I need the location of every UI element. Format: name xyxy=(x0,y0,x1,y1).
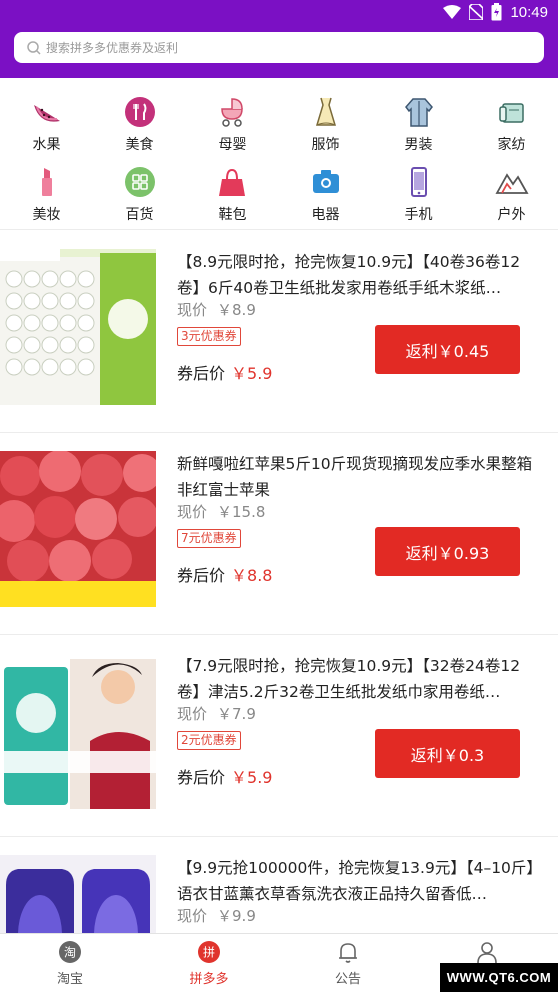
product-image[interactable] xyxy=(0,451,156,607)
product-card[interactable]: 【9.9元抢100000件，抢完恢复13.9元】【4–10斤】语衣甘蓝薰衣草香氛… xyxy=(0,837,558,933)
price-value: ￥8.9 xyxy=(217,301,256,319)
category-label: 百货 xyxy=(125,207,154,223)
mountain-icon xyxy=(494,173,529,194)
price-label: 现价 xyxy=(177,503,208,521)
final-price: 券后价 ￥5.9 xyxy=(177,360,272,384)
tab-label: 淘宝 xyxy=(56,972,83,987)
category-phones[interactable]: 手机 xyxy=(372,165,465,225)
pinduoduo-icon: 拼 xyxy=(198,941,220,963)
rebate-button[interactable]: 返利￥0.45 xyxy=(375,325,520,374)
product-title[interactable]: 【7.9元限时抢，抢完恢复10.9元】【32卷24卷12卷】津洁5.2斤32卷卫… xyxy=(177,653,539,705)
search-icon xyxy=(27,40,41,55)
dress-icon xyxy=(315,97,336,126)
product-price: 现价 ￥15.8 xyxy=(177,501,265,522)
price-label: 现价 xyxy=(177,301,208,319)
final-price-value: ￥8.8 xyxy=(231,566,273,585)
category-label: 鞋包 xyxy=(218,207,247,223)
category-shoes-bags[interactable]: 鞋包 xyxy=(186,165,279,225)
category-label: 手机 xyxy=(404,207,433,223)
tab-pinduoduo[interactable]: 拼 拼多多 xyxy=(154,940,264,987)
category-label: 服饰 xyxy=(311,137,340,153)
product-price: 现价 ￥8.9 xyxy=(177,299,256,320)
category-label: 美食 xyxy=(125,137,154,153)
price-value: ￥7.9 xyxy=(217,705,256,723)
status-clock: 10:49 xyxy=(510,3,548,21)
tab-label: 公告 xyxy=(334,972,361,987)
category-menswear[interactable]: 男装 xyxy=(372,95,465,155)
category-label: 户外 xyxy=(497,207,526,223)
coupon-badge: 3元优惠券 xyxy=(177,327,241,346)
product-title[interactable]: 【8.9元限时抢，抢完恢复10.9元】【40卷36卷12卷】6斤40卷卫生纸批发… xyxy=(177,249,539,301)
product-card[interactable]: 新鲜嘎啦红苹果5斤10斤现货现摘现发应季水果整箱非红富士苹果 现价 ￥15.8 7… xyxy=(0,433,558,635)
tab-announcements[interactable]: 公告 xyxy=(293,940,403,987)
final-price-value: ￥5.9 xyxy=(231,768,273,787)
category-appliances[interactable]: 电器 xyxy=(279,165,372,225)
towel-icon xyxy=(498,103,524,123)
product-price: 现价 ￥9.9 xyxy=(177,905,256,926)
search-bar[interactable]: 搜索拼多多优惠券及返利 xyxy=(14,32,544,63)
category-label: 母婴 xyxy=(218,137,247,153)
category-label: 家纺 xyxy=(497,137,526,153)
svg-text:淘: 淘 xyxy=(64,946,76,960)
final-price: 券后价 ￥8.8 xyxy=(177,562,272,586)
battery-icon xyxy=(491,3,502,21)
coupon-badge: 2元优惠券 xyxy=(177,731,241,750)
shoe-bag-icon xyxy=(218,168,245,196)
tab-taobao[interactable]: 淘 淘宝 xyxy=(15,940,125,987)
price-value: ￥15.8 xyxy=(217,503,266,521)
rebate-button[interactable]: 返利￥0.3 xyxy=(375,729,520,778)
stroller-icon xyxy=(220,98,243,127)
category-fruit[interactable]: 水果 xyxy=(0,95,93,155)
final-price: 券后价 ￥5.9 xyxy=(177,764,272,788)
cutlery-icon xyxy=(124,97,155,127)
phone-icon xyxy=(410,167,427,197)
category-baby[interactable]: 母婴 xyxy=(186,95,279,155)
final-price-label: 券后价 xyxy=(177,364,226,383)
bell-icon xyxy=(339,943,357,963)
lipstick-icon xyxy=(41,168,52,196)
product-card[interactable]: 【8.9元限时抢，抢完恢复10.9元】【40卷36卷12卷】6斤40卷卫生纸批发… xyxy=(0,231,558,433)
product-image[interactable] xyxy=(0,855,156,933)
app-header: 10:49 搜索拼多多优惠券及返利 xyxy=(0,0,558,78)
final-price-value: ￥5.9 xyxy=(231,364,273,383)
price-label: 现价 xyxy=(177,907,208,925)
tab-label: 拼多多 xyxy=(189,972,229,987)
category-textile[interactable]: 家纺 xyxy=(465,95,558,155)
status-bar: 10:49 xyxy=(0,0,558,24)
camera-icon xyxy=(312,170,339,193)
jacket-icon xyxy=(404,98,433,127)
category-goods[interactable]: 百货 xyxy=(93,165,186,225)
final-price-label: 券后价 xyxy=(177,566,226,585)
product-title[interactable]: 新鲜嘎啦红苹果5斤10斤现货现摘现发应季水果整箱非红富士苹果 xyxy=(177,451,539,503)
category-outdoor[interactable]: 户外 xyxy=(465,165,558,225)
grid-icon xyxy=(124,167,155,197)
category-label: 美妆 xyxy=(32,207,61,223)
product-price: 现价 ￥7.9 xyxy=(177,703,256,724)
product-title[interactable]: 【9.9元抢100000件，抢完恢复13.9元】【4–10斤】语衣甘蓝薰衣草香氛… xyxy=(177,855,539,907)
search-placeholder: 搜索拼多多优惠券及返利 xyxy=(46,41,179,55)
category-label: 电器 xyxy=(311,207,340,223)
category-clothing[interactable]: 服饰 xyxy=(279,95,372,155)
site-watermark: WWW.QT6.COM xyxy=(440,963,558,992)
rebate-button[interactable]: 返利￥0.93 xyxy=(375,527,520,576)
wifi-icon xyxy=(443,5,462,19)
product-feed[interactable]: 【8.9元限时抢，抢完恢复10.9元】【40卷36卷12卷】6斤40卷卫生纸批发… xyxy=(0,231,558,933)
category-label: 水果 xyxy=(32,137,61,153)
price-value: ￥9.9 xyxy=(217,907,256,925)
watermelon-icon xyxy=(33,105,60,122)
category-food[interactable]: 美食 xyxy=(93,95,186,155)
svg-text:拼: 拼 xyxy=(203,946,215,960)
category-makeup[interactable]: 美妆 xyxy=(0,165,93,225)
product-image[interactable] xyxy=(0,249,156,405)
taobao-icon: 淘 xyxy=(59,941,81,963)
coupon-badge: 7元优惠券 xyxy=(177,529,241,548)
user-icon xyxy=(477,942,497,964)
category-label: 男装 xyxy=(404,137,433,153)
price-label: 现价 xyxy=(177,705,208,723)
product-image[interactable] xyxy=(0,653,156,809)
no-sim-icon xyxy=(469,4,484,20)
final-price-label: 券后价 xyxy=(177,768,226,787)
product-card[interactable]: 【7.9元限时抢，抢完恢复10.9元】【32卷24卷12卷】津洁5.2斤32卷卫… xyxy=(0,635,558,837)
category-grid: 水果 美食 母婴 服饰 男装 家纺 美妆 百货 鞋包 电器 手机 户外 xyxy=(0,78,558,230)
